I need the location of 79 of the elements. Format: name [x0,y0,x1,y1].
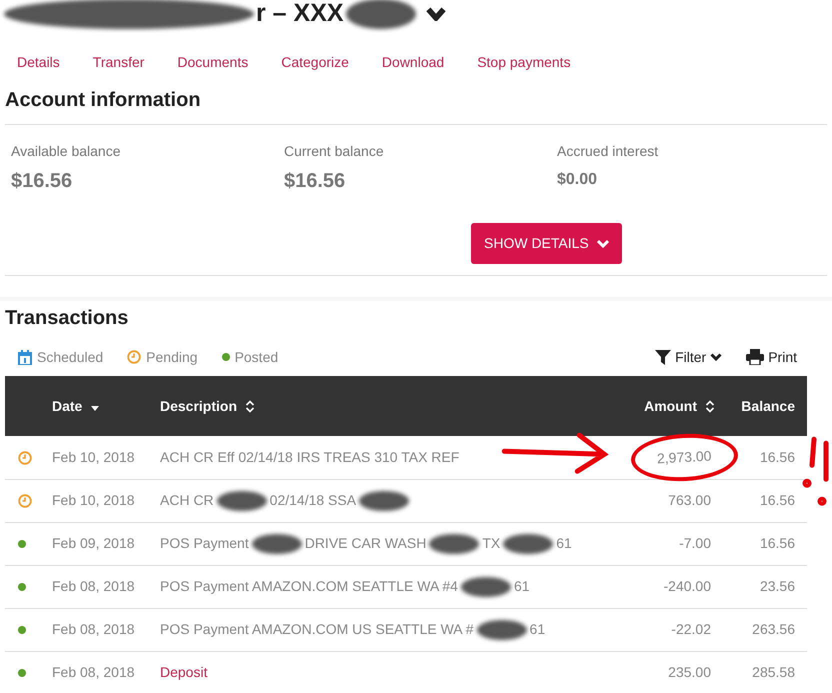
redaction-mark [216,490,267,510]
legend-label: Pending [146,348,198,367]
description-text: POS Payment AMAZON.COM US SEATTLE WA # [160,620,474,639]
table-cell: Feb 10, 2018 [52,479,160,522]
redaction-mark [359,490,410,510]
account-title: r – XXX [256,0,344,30]
description-text: TX [482,534,500,553]
clock-icon [18,451,32,466]
status-dot-icon [18,626,26,634]
table-cell: Feb 08, 2018 [52,608,160,651]
balance-value: $16.56 [284,169,346,194]
chevron-down-icon [426,7,446,21]
description-text: ACH CR [160,491,214,510]
status-dot-icon [18,583,26,592]
table-cell: Feb 08, 2018 [52,565,160,608]
sort-icon [705,400,715,412]
table-cell-text: 763.00 [667,491,712,510]
table-cell: 23.56 [760,578,795,594]
redaction-mark [346,0,416,29]
table-cell-text: -7.00 [678,534,712,553]
legend-label: Posted [234,348,278,366]
description-link[interactable]: Deposit [160,662,208,683]
balance-value: $0.00 [557,170,598,190]
filter-button[interactable]: Filter [655,346,722,368]
balance-label: Available balance [11,142,122,161]
description-text: 61 [530,620,546,639]
table-cell: 16.56 [760,535,795,551]
balance-label: Accrued interest [557,142,660,161]
table-cell: Feb 09, 2018 [52,522,160,565]
section-title: Account information [4,88,202,112]
table-cell: 285.58 [752,664,795,680]
table-cell-text: -240.00 [662,577,712,596]
status-dot-icon [18,540,26,548]
tab-link[interactable]: Details [17,52,60,72]
tab-link[interactable]: Documents [177,52,248,72]
table-cell-text: 235.00 [667,663,712,682]
tab-link[interactable]: Stop payments [477,52,571,72]
tab-link[interactable]: Transfer [92,52,144,72]
description-text: 61 [514,577,530,596]
printer-icon [746,349,764,365]
description-text: POS Payment [160,534,249,553]
sort-down-icon [90,406,100,412]
table-cell: 16.56 [760,448,795,465]
calendar-icon [18,350,32,364]
table-cell: 2,973.00 [629,431,738,484]
description-text: 02/14/18 SSA [270,491,356,510]
section-title: Transactions [4,306,130,330]
redaction-mark [429,534,480,554]
description-text: ACH CR Eff 02/14/18 IRS TREAS 310 TAX REF [160,448,460,467]
redaction-mark [460,576,511,596]
filter-icon [655,349,672,365]
chevron-down-icon [596,238,609,248]
description-text: DRIVE CAR WASH [304,534,426,553]
table-cell: 16.56 [760,492,795,508]
tab-link[interactable]: Categorize [281,52,349,72]
redaction-mark [503,534,554,554]
redaction-mark [476,620,527,640]
table-cell: Feb 10, 2018 [52,436,160,479]
balance-label: Current balance [284,142,385,161]
legend-label: Scheduled [37,348,104,366]
column-header[interactable]: Description [160,396,256,416]
table-cell: 263.56 [752,621,795,637]
tab-link[interactable]: Download [382,52,444,72]
table-cell-text: -22.02 [670,620,712,639]
show-details-button[interactable]: SHOW DETAILS [471,223,622,264]
status-dot-icon [18,669,26,678]
column-header[interactable]: Date [52,396,100,416]
clock-icon [127,350,142,364]
description-text: POS Payment AMAZON.COM SEATTLE WA #4 [160,577,458,596]
redaction-mark [252,534,302,554]
balance-value: $16.56 [11,169,74,194]
print-button[interactable]: Print [746,346,797,368]
description-text: 61 [556,534,572,553]
table-cell: Feb 08, 2018 [52,651,160,693]
column-header: Balance [741,396,795,416]
status-dot-icon [222,353,230,361]
chevron-down-icon [710,352,722,362]
sort-icon [245,400,256,412]
clock-icon [18,494,32,508]
